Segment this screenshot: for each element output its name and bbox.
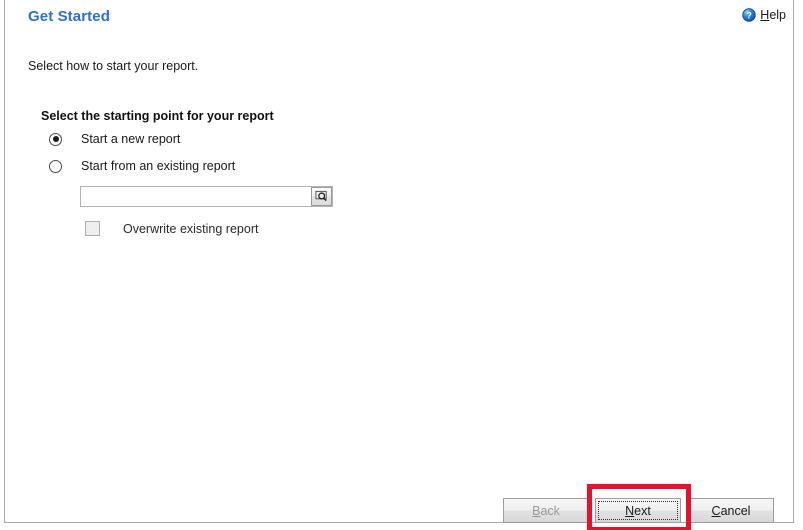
group-heading: Select the starting point for your repor…: [41, 109, 274, 123]
next-button[interactable]: Next: [595, 498, 681, 523]
help-circle-icon: ?: [742, 8, 756, 22]
cancel-button[interactable]: Cancel: [688, 498, 774, 523]
cancel-accel-char: C: [711, 503, 721, 518]
page-title: Get Started: [28, 8, 110, 25]
overwrite-checkbox-label: Overwrite existing report: [123, 221, 259, 236]
radio-label-start-new-report: Start a new report: [81, 132, 181, 146]
help-label-rest: elp: [769, 8, 786, 22]
help-accel-char: H: [760, 8, 770, 22]
help-link[interactable]: ? Help: [742, 8, 786, 22]
next-accel-char: N: [625, 503, 635, 518]
cancel-label-rest: ancel: [720, 503, 751, 518]
radio-option-start-new-report[interactable]: Start a new report: [49, 132, 180, 146]
radio-indicator-selected[interactable]: [49, 132, 62, 146]
next-label-rest: ext: [634, 503, 651, 518]
browse-report-button[interactable]: [311, 187, 332, 206]
overwrite-existing-report-row[interactable]: Overwrite existing report: [85, 221, 258, 236]
browse-search-icon: [315, 190, 328, 203]
help-label: Help: [760, 8, 786, 22]
radio-label-start-from-existing: Start from an existing report: [81, 159, 236, 173]
back-button[interactable]: Back: [503, 498, 589, 523]
radio-option-start-from-existing[interactable]: Start from an existing report: [49, 159, 235, 173]
svg-text:?: ?: [746, 11, 752, 21]
overwrite-checkbox[interactable]: [85, 221, 100, 236]
radio-indicator-unselected[interactable]: [49, 159, 62, 173]
back-label-rest: ack: [540, 503, 560, 518]
window-border-left: [4, 0, 5, 523]
instruction-text: Select how to start your report.: [28, 59, 199, 73]
window-border-right: [793, 0, 794, 523]
existing-report-input[interactable]: [81, 187, 311, 206]
get-started-wizard-page: Get Started ? Help Select how to start y…: [0, 0, 803, 530]
existing-report-field-wrap: [80, 186, 333, 207]
